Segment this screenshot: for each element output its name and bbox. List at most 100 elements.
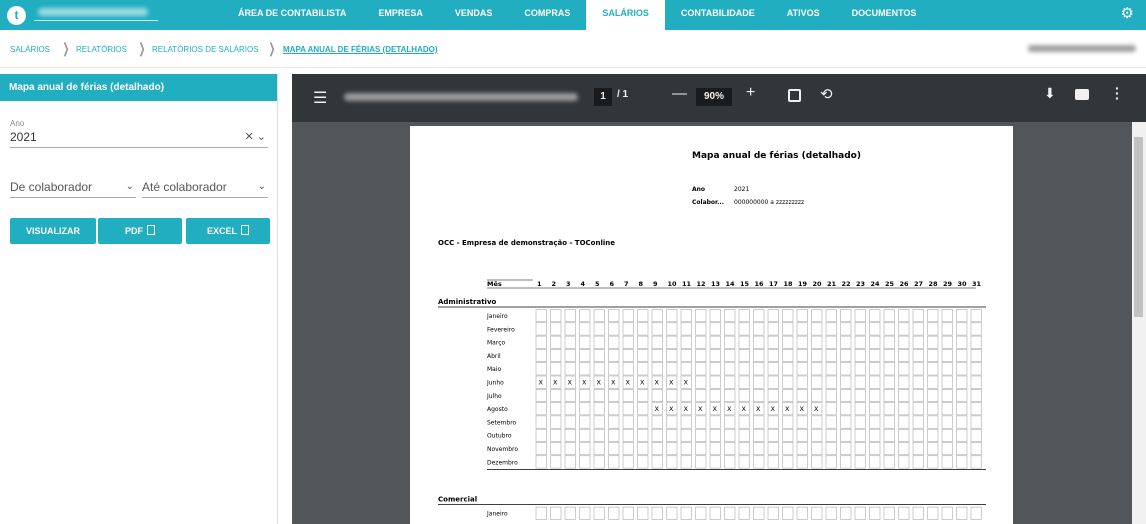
more-options-icon[interactable]: · · ·: [1115, 81, 1120, 105]
from-employee-select[interactable]: De colaborador ⌄: [10, 180, 136, 198]
user-info-redacted[interactable]: [1028, 45, 1136, 52]
day-cell: [883, 362, 895, 376]
day-cell: [970, 442, 982, 456]
menu-icon[interactable]: ☰: [313, 88, 327, 108]
print-icon[interactable]: [1075, 89, 1089, 100]
month-label-abril: Abril: [487, 353, 501, 360]
day-cell: [593, 322, 605, 336]
breadcrumb-salarios[interactable]: SALÁRIOS: [10, 45, 50, 54]
download-icon[interactable]: ⬇: [1044, 85, 1056, 102]
day-cell: [796, 442, 808, 456]
day-cell: [579, 455, 591, 469]
chevron-down-icon[interactable]: ⌄: [257, 131, 266, 143]
day-cell: [608, 362, 620, 376]
day-cell: [564, 309, 576, 323]
day-cell: [564, 349, 576, 362]
day-cell: [695, 506, 707, 520]
nav-tab-contabilista[interactable]: ÁREA DE CONTABILISTA: [222, 0, 362, 30]
vacation-mark: X: [553, 379, 558, 387]
day-cell: [883, 389, 895, 402]
page-number-input[interactable]: 1: [594, 88, 612, 106]
scrollbar-thumb[interactable]: [1134, 137, 1143, 317]
day-cell: [622, 362, 634, 376]
day-cell: [564, 362, 576, 376]
breadcrumb-relatorios[interactable]: RELATÓRIOS: [76, 45, 127, 54]
day-cell: [970, 335, 982, 349]
day-cell: [898, 415, 910, 429]
day-cell: [912, 415, 924, 429]
day-cell: [970, 349, 982, 362]
day-cell: [854, 415, 866, 429]
pdf-button[interactable]: PDF: [98, 218, 182, 244]
day-cell: [782, 349, 794, 362]
day-cell: [811, 415, 823, 429]
breadcrumb-relatorios-salarios[interactable]: RELATÓRIOS DE SALÁRIOS: [152, 45, 259, 54]
day-cell: [825, 455, 837, 469]
viewer-scrollbar[interactable]: [1132, 122, 1146, 524]
day-cell: [724, 428, 736, 442]
day-cell: [956, 375, 968, 389]
day-cell: [898, 309, 910, 323]
day-cell: [811, 349, 823, 362]
month-label-agosto: Agosto: [487, 406, 508, 413]
day-cell: [825, 389, 837, 402]
month-label-março: Março: [487, 340, 505, 347]
day-cell: [869, 442, 881, 456]
excel-file-icon: [241, 225, 249, 235]
day-cell: [622, 349, 634, 362]
nav-tab-compras[interactable]: COMPRAS: [508, 0, 586, 30]
day-cell: [535, 455, 547, 469]
app-logo[interactable]: t: [7, 6, 26, 25]
day-cell: [622, 309, 634, 323]
day-cell: [883, 309, 895, 323]
day-cell: [738, 322, 750, 336]
day-cell: [709, 506, 721, 520]
nav-tab-vendas[interactable]: VENDAS: [439, 0, 509, 30]
day-cell: [709, 455, 721, 469]
day-cell: [941, 362, 953, 376]
day-cell: [912, 349, 924, 362]
nav-tab-empresa[interactable]: EMPRESA: [362, 0, 439, 30]
excel-button[interactable]: EXCEL: [186, 218, 270, 244]
rotate-icon[interactable]: ⟲: [820, 85, 833, 103]
day-cell: [796, 349, 808, 362]
fit-page-icon[interactable]: [788, 89, 801, 102]
day-cell: [854, 375, 866, 389]
day-header-26: 26: [900, 280, 910, 288]
pdf-viewer: ☰ 1 / 1 — 90% + ⟲ ⬇ · · · Mapa anual de fé…: [292, 74, 1146, 524]
day-cell: [724, 389, 736, 402]
day-cell: [724, 349, 736, 362]
day-cell: [927, 309, 939, 323]
day-cell: [564, 322, 576, 336]
nav-tab-documentos[interactable]: DOCUMENTOS: [836, 0, 933, 30]
nav-tab-contabilidade[interactable]: CONTABILIDADE: [665, 0, 771, 30]
vacation-mark: X: [713, 405, 718, 413]
day-cell: [724, 322, 736, 336]
breadcrumb-separator-icon: ❯: [138, 40, 146, 56]
day-cell: [854, 322, 866, 336]
day-cell: [782, 322, 794, 336]
day-cell: [738, 442, 750, 456]
nav-tab-ativos[interactable]: ATIVOS: [771, 0, 836, 30]
day-cell: [840, 389, 852, 402]
pdf-toolbar: ☰ 1 / 1 — 90% + ⟲ ⬇ · · ·: [292, 74, 1146, 122]
vacation-mark: X: [756, 405, 761, 413]
day-cell: [608, 402, 620, 416]
zoom-out-icon[interactable]: —: [672, 85, 687, 102]
clear-icon[interactable]: ✕: [245, 131, 254, 143]
nav-tab-salarios[interactable]: SALÁRIOS: [586, 0, 665, 30]
day-cell: [738, 455, 750, 469]
day-cell: [593, 442, 605, 456]
day-cell: [550, 415, 562, 429]
gear-icon[interactable]: ⚙: [1121, 6, 1134, 22]
zoom-input[interactable]: 90%: [696, 88, 732, 106]
company-selector[interactable]: [34, 5, 158, 21]
view-button[interactable]: VISUALIZAR: [10, 218, 96, 244]
day-header-20: 20: [813, 280, 823, 288]
day-cell: [724, 415, 736, 429]
ano-select[interactable]: 2021 ✕ ⌄: [10, 130, 268, 148]
day-cell: [898, 402, 910, 416]
day-cell: [535, 335, 547, 349]
zoom-in-icon[interactable]: +: [746, 84, 755, 102]
to-employee-select[interactable]: Até colaborador ⌄: [142, 180, 268, 198]
